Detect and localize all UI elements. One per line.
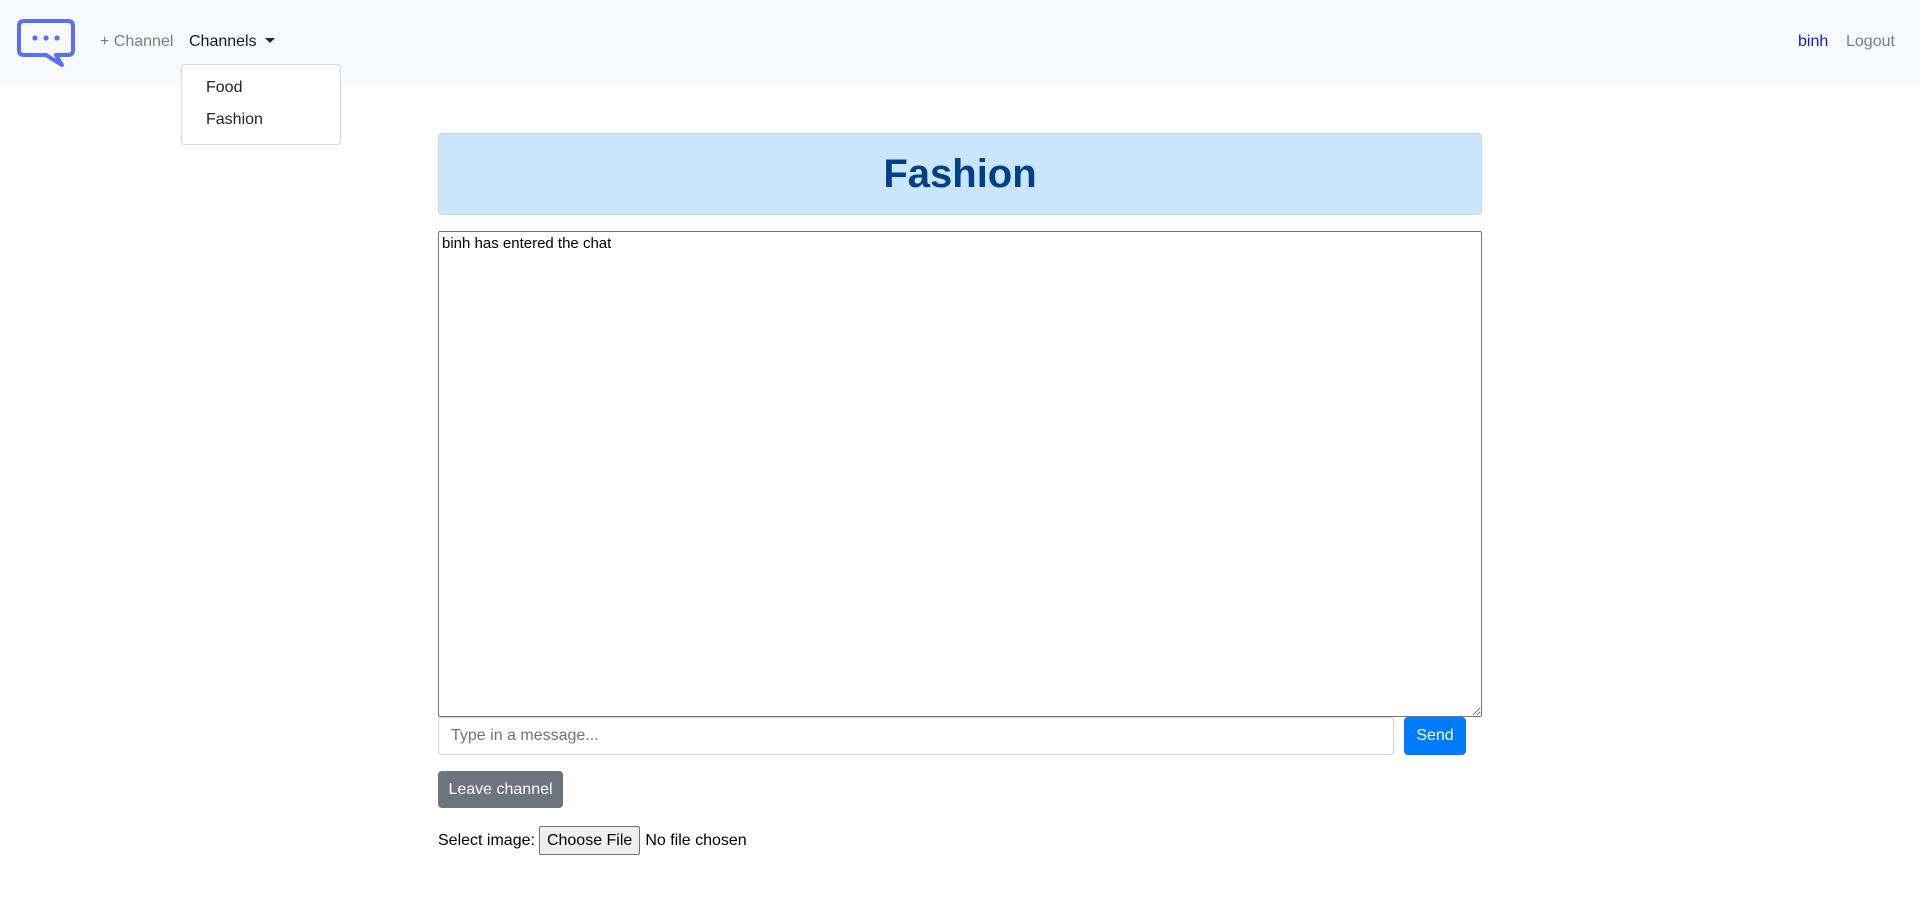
dropdown-item-fashion[interactable]: Fashion [182, 104, 340, 136]
caret-down-icon [264, 38, 275, 43]
channels-label: Channels [189, 33, 257, 50]
channels-dropdown-menu: Food Fashion [181, 64, 341, 145]
chat-panel: Fashion binh has entered the chat Send L… [438, 133, 1482, 855]
file-status-text: No file chosen [645, 831, 747, 849]
message-input[interactable] [438, 717, 1394, 755]
chat-bubble-icon[interactable] [16, 18, 76, 68]
send-button[interactable]: Send [1404, 717, 1466, 755]
dropdown-item-food[interactable]: Food [182, 72, 340, 104]
choose-file-button[interactable]: Choose File [538, 826, 641, 855]
user-link[interactable]: binh [1798, 30, 1828, 54]
add-channel-link[interactable]: + Channel [100, 30, 173, 54]
channels-dropdown-toggle[interactable]: Channels [189, 30, 275, 54]
chat-log[interactable]: binh has entered the chat [438, 231, 1482, 717]
image-upload-row: Select image: Choose File No file chosen [438, 826, 1482, 855]
leave-channel-button[interactable]: Leave channel [438, 771, 563, 808]
select-image-label: Select image: [438, 831, 535, 849]
channel-title-banner: Fashion [438, 133, 1482, 215]
channel-title: Fashion [883, 151, 1037, 196]
message-input-row: Send [438, 717, 1482, 755]
logout-link[interactable]: Logout [1846, 30, 1895, 54]
